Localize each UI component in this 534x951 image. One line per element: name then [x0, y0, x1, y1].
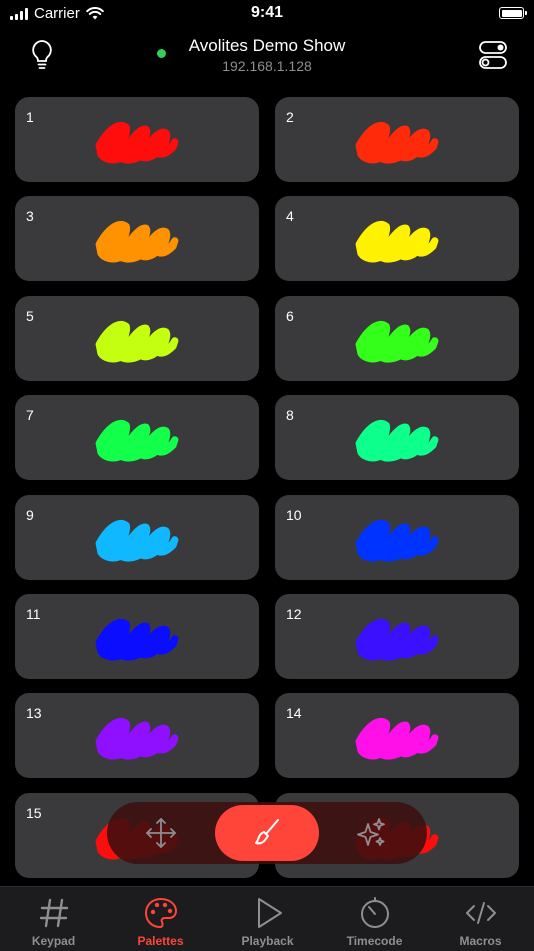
colour-swatch-scribble [95, 619, 179, 661]
palette-tile[interactable]: 8 [275, 395, 519, 481]
palette-tile[interactable]: 1 [15, 97, 259, 182]
palette-number: 12 [286, 606, 302, 622]
tab-macros[interactable]: Macros [427, 887, 534, 951]
colour-swatch [355, 619, 439, 661]
colour-swatch [95, 320, 179, 363]
palette-tile[interactable]: 12 [275, 594, 519, 679]
tab-timecode[interactable]: Timecode [321, 887, 428, 951]
colour-swatch [355, 718, 439, 760]
colour-swatch [355, 519, 439, 562]
colour-mode-button[interactable] [215, 805, 319, 861]
palette-number: 15 [26, 804, 42, 821]
palette-number: 14 [286, 705, 302, 722]
paintbrush-icon [255, 819, 279, 845]
position-icon [146, 818, 176, 848]
colour-swatch-scribble [355, 619, 439, 661]
header: Avolites Demo Show 192.168.1.128 [0, 30, 534, 88]
colour-swatch [355, 320, 439, 363]
palette-number: 1 [26, 109, 34, 125]
colour-swatch [95, 519, 179, 562]
palette-number: 5 [26, 307, 34, 324]
palette-tile[interactable]: 7 [15, 395, 259, 481]
colour-swatch [355, 221, 439, 263]
palette-tile[interactable]: 9 [15, 494, 259, 580]
colour-swatch-scribble [95, 221, 179, 263]
palette-tile[interactable]: 2 [275, 97, 519, 182]
palette-number: 13 [26, 705, 42, 722]
tab-label: Keypad [31, 934, 76, 948]
sparkles-icon [357, 818, 385, 846]
palette-tile[interactable]: 5 [15, 295, 259, 381]
colour-swatch [95, 221, 179, 263]
tab-label: Macros [459, 934, 502, 948]
show-ip-address: 192.168.1.128 [222, 58, 312, 74]
palette-tile[interactable]: 4 [275, 196, 519, 282]
tab-playback[interactable]: Playback [214, 887, 321, 951]
colour-swatch [95, 420, 179, 462]
palette-number: 8 [286, 407, 294, 424]
colour-swatch-scribble [355, 320, 439, 363]
mode-switcher [107, 802, 427, 864]
switches-icon[interactable] [478, 38, 508, 72]
palette-tile[interactable]: 10 [275, 494, 519, 580]
tab-label: Timecode [346, 934, 403, 948]
colour-swatch-scribble [355, 420, 439, 462]
colour-swatch [355, 122, 439, 164]
palette-number: 7 [26, 407, 34, 424]
code-icon [465, 902, 496, 924]
colour-swatch-scribble [95, 420, 179, 462]
palette-tile[interactable]: 3 [15, 196, 259, 282]
colour-swatch [355, 420, 439, 462]
effects-mode-button[interactable] [321, 802, 421, 864]
show-name: Avolites Demo Show [188, 36, 346, 55]
colour-swatch-scribble [355, 122, 439, 164]
colour-swatch-scribble [95, 122, 179, 164]
tab-keypad[interactable]: Keypad [0, 887, 107, 951]
palette-number: 6 [286, 307, 294, 324]
palette-tile[interactable]: 6 [275, 295, 519, 381]
palette-icon [144, 897, 177, 929]
palette-number: 10 [286, 506, 302, 523]
colour-swatch-scribble [95, 519, 179, 562]
colour-swatch-scribble [95, 718, 179, 760]
palette-tile[interactable]: 14 [275, 693, 519, 779]
play-icon [257, 898, 282, 928]
colour-swatch [95, 122, 179, 164]
palette-number: 9 [26, 506, 34, 523]
palette-number: 2 [286, 109, 294, 125]
palette-tile[interactable]: 13 [15, 693, 259, 779]
colour-swatch [95, 619, 179, 661]
timer-icon [360, 897, 389, 928]
colour-swatch-scribble [355, 718, 439, 760]
colour-swatch-scribble [95, 320, 179, 363]
tab-label: Playback [241, 934, 294, 948]
position-mode-button[interactable] [111, 802, 211, 864]
palette-number: 4 [286, 208, 294, 225]
status-time: 9:41 [250, 4, 284, 21]
status-bar: Carrier 9:41 [0, 0, 534, 30]
palette-tile[interactable]: 11 [15, 594, 259, 679]
tab-bar: Keypad Palettes Playback Timecode Macros [0, 886, 534, 951]
tab-palettes[interactable]: Palettes [107, 887, 214, 951]
hash-icon [39, 898, 68, 928]
palette-number: 11 [26, 606, 41, 622]
tab-label: Palettes [137, 934, 184, 948]
palette-number: 3 [26, 208, 34, 225]
colour-swatch-scribble [355, 519, 439, 562]
colour-swatch [95, 718, 179, 760]
battery-icon [499, 7, 527, 19]
colour-swatch-scribble [355, 221, 439, 263]
